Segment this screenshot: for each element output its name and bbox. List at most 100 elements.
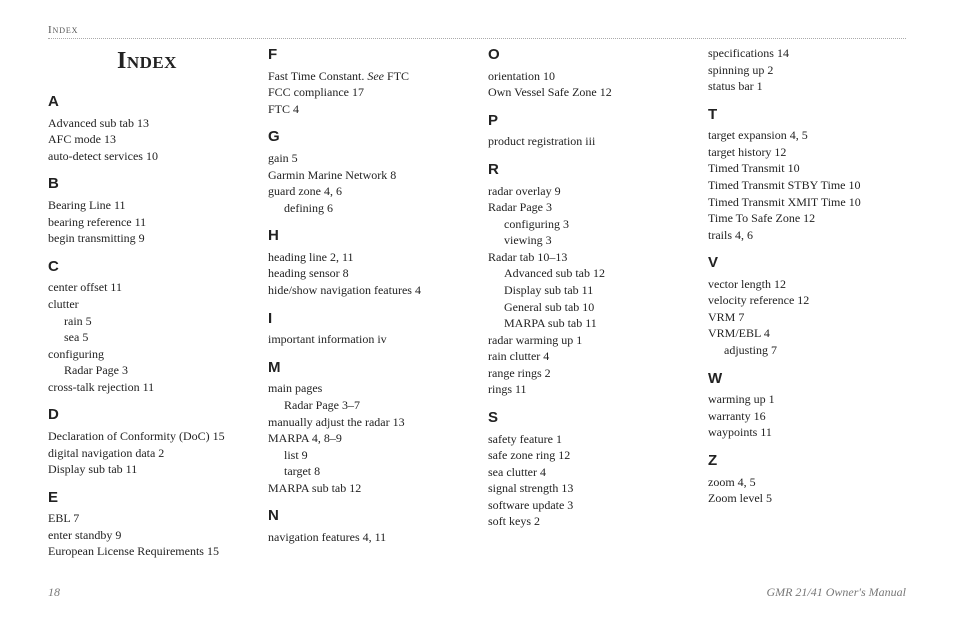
index-entry: Radar Page 3 <box>488 199 686 216</box>
manual-title: GMR 21/41 Owner's Manual <box>766 585 906 600</box>
index-subentry: Display sub tab 11 <box>488 282 686 299</box>
index-entry: FTC 4 <box>268 101 466 118</box>
page: Index IndexAAdvanced sub tab 13AFC mode … <box>0 0 954 618</box>
index-subentry: rain 5 <box>48 313 246 330</box>
index-entry: vector length 12 <box>708 276 906 293</box>
index-entry: AFC mode 13 <box>48 131 246 148</box>
index-entry: heading sensor 8 <box>268 265 466 282</box>
index-entry: safety feature 1 <box>488 431 686 448</box>
index-letter-g: G <box>268 127 466 148</box>
index-entry: clutter <box>48 296 246 313</box>
index-entry: Bearing Line 11 <box>48 197 246 214</box>
index-letter-b: B <box>48 174 246 195</box>
page-number: 18 <box>48 585 60 600</box>
index-entry: Zoom level 5 <box>708 490 906 507</box>
index-subentry: General sub tab 10 <box>488 299 686 316</box>
index-subentry: Radar Page 3–7 <box>268 397 466 414</box>
index-entry: VRM/EBL 4 <box>708 325 906 342</box>
index-letter-m: M <box>268 358 466 379</box>
index-entry: radar warming up 1 <box>488 332 686 349</box>
index-entry: auto-detect services 10 <box>48 148 246 165</box>
index-subentry: list 9 <box>268 447 466 464</box>
index-entry: EBL 7 <box>48 510 246 527</box>
index-entry: trails 4, 6 <box>708 227 906 244</box>
index-entry: hide/show navigation features 4 <box>268 282 466 299</box>
index-entry: Time To Safe Zone 12 <box>708 210 906 227</box>
index-entry: important information iv <box>268 331 466 348</box>
index-entry: rain clutter 4 <box>488 348 686 365</box>
index-entry: gain 5 <box>268 150 466 167</box>
index-entry: sea clutter 4 <box>488 464 686 481</box>
index-letter-o: O <box>488 45 686 66</box>
index-subentry: viewing 3 <box>488 232 686 249</box>
index-letter-r: R <box>488 160 686 181</box>
index-columns: IndexAAdvanced sub tab 13AFC mode 13auto… <box>48 45 906 577</box>
index-entry: status bar 1 <box>708 78 906 95</box>
index-entry: waypoints 11 <box>708 424 906 441</box>
index-letter-p: P <box>488 111 686 132</box>
index-entry: guard zone 4, 6 <box>268 183 466 200</box>
index-entry: Advanced sub tab 13 <box>48 115 246 132</box>
footer: 18 GMR 21/41 Owner's Manual <box>48 585 906 600</box>
index-subentry: adjusting 7 <box>708 342 906 359</box>
index-entry: manually adjust the radar 13 <box>268 414 466 431</box>
index-entry: rings 11 <box>488 381 686 398</box>
index-subentry: configuring 3 <box>488 216 686 233</box>
running-header: Index <box>48 24 906 36</box>
index-letter-n: N <box>268 506 466 527</box>
index-entry: begin transmitting 9 <box>48 230 246 247</box>
index-entry: Fast Time Constant. See FTC <box>268 68 466 85</box>
index-entry: Display sub tab 11 <box>48 461 246 478</box>
index-letter-a: A <box>48 92 246 113</box>
index-entry: velocity reference 12 <box>708 292 906 309</box>
index-subentry: target 8 <box>268 463 466 480</box>
index-entry: orientation 10 <box>488 68 686 85</box>
index-entry: Radar tab 10–13 <box>488 249 686 266</box>
see-reference: See <box>367 69 384 83</box>
index-entry: Declaration of Conformity (DoC) 15 <box>48 428 246 445</box>
index-entry: soft keys 2 <box>488 513 686 530</box>
header-rule <box>48 38 906 39</box>
index-subentry: defining 6 <box>268 200 466 217</box>
index-entry: warranty 16 <box>708 408 906 425</box>
index-entry: European License Requirements 15 <box>48 543 246 560</box>
index-entry: target history 12 <box>708 144 906 161</box>
index-entry: configuring <box>48 346 246 363</box>
index-entry: Timed Transmit STBY Time 10 <box>708 177 906 194</box>
index-subentry: Advanced sub tab 12 <box>488 265 686 282</box>
index-letter-s: S <box>488 408 686 429</box>
running-header-text: Index <box>48 24 78 36</box>
index-letter-e: E <box>48 488 246 509</box>
column-3: Oorientation 10Own Vessel Safe Zone 12 Pp… <box>488 45 686 577</box>
column-4: specifications 14spinning up 2status bar… <box>708 45 906 577</box>
index-letter-c: C <box>48 257 246 278</box>
index-letter-h: H <box>268 226 466 247</box>
index-entry: safe zone ring 12 <box>488 447 686 464</box>
index-entry: navigation features 4, 11 <box>268 529 466 546</box>
index-entry: heading line 2, 11 <box>268 249 466 266</box>
column-1: IndexAAdvanced sub tab 13AFC mode 13auto… <box>48 45 246 577</box>
index-entry: cross-talk rejection 11 <box>48 379 246 396</box>
index-entry: zoom 4, 5 <box>708 474 906 491</box>
index-entry: warming up 1 <box>708 391 906 408</box>
index-entry: digital navigation data 2 <box>48 445 246 462</box>
index-entry: signal strength 13 <box>488 480 686 497</box>
index-entry: bearing reference 11 <box>48 214 246 231</box>
index-entry: main pages <box>268 380 466 397</box>
index-entry: center offset 11 <box>48 279 246 296</box>
index-entry: specifications 14 <box>708 45 906 62</box>
index-entry: Own Vessel Safe Zone 12 <box>488 84 686 101</box>
index-entry: Garmin Marine Network 8 <box>268 167 466 184</box>
index-entry: MARPA 4, 8–9 <box>268 430 466 447</box>
index-subentry: Radar Page 3 <box>48 362 246 379</box>
index-entry: Timed Transmit XMIT Time 10 <box>708 194 906 211</box>
index-letter-f: F <box>268 45 466 66</box>
index-entry: product registration iii <box>488 133 686 150</box>
index-entry: MARPA sub tab 12 <box>268 480 466 497</box>
index-entry: range rings 2 <box>488 365 686 382</box>
index-entry: radar overlay 9 <box>488 183 686 200</box>
index-letter-v: V <box>708 253 906 274</box>
index-subentry: MARPA sub tab 11 <box>488 315 686 332</box>
index-letter-w: W <box>708 369 906 390</box>
index-entry: target expansion 4, 5 <box>708 127 906 144</box>
